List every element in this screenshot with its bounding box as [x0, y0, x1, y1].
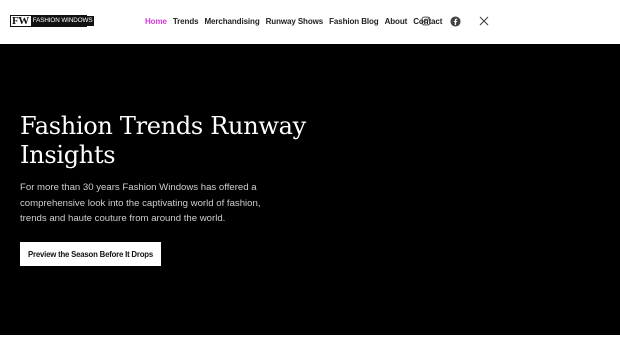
nav-item-runway-shows[interactable]: Runway Shows [266, 17, 324, 26]
hero-section: Fashion Trends Runway Insights For more … [0, 44, 620, 335]
instagram-icon[interactable] [420, 15, 432, 27]
nav-item-about[interactable]: About [385, 17, 408, 26]
nav-item-merchandising[interactable]: Merchandising [204, 17, 259, 26]
main-nav: Home Trends Merchandising Runway Shows F… [145, 17, 442, 26]
page-bottom-strip [0, 335, 620, 343]
nav-item-trends[interactable]: Trends [173, 17, 199, 26]
x-icon[interactable] [478, 15, 490, 27]
site-header: FW FASHION WINDOWS Home Trends Merchandi… [0, 0, 620, 44]
preview-season-button[interactable]: Preview the Season Before It Drops [20, 242, 161, 266]
page: FW FASHION WINDOWS Home Trends Merchandi… [0, 0, 620, 343]
nav-item-fashion-blog[interactable]: Fashion Blog [329, 17, 379, 26]
logo-text: FASHION WINDOWS [30, 16, 95, 26]
nav-item-home[interactable]: Home [145, 17, 167, 26]
hero-description: For more than 30 years Fashion Windows h… [20, 182, 261, 225]
site-logo[interactable]: FW FASHION WINDOWS [10, 15, 95, 27]
facebook-icon[interactable] [449, 15, 461, 27]
hero-title: Fashion Trends Runway Insights [20, 112, 306, 169]
logo-mark: FW [12, 15, 29, 27]
